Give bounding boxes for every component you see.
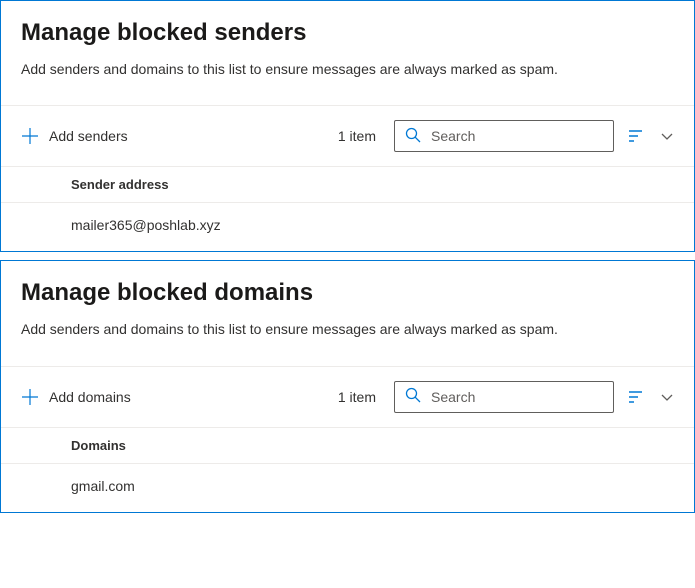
item-count: 1 item bbox=[338, 389, 380, 405]
column-header[interactable]: Sender address bbox=[1, 167, 694, 203]
add-senders-button[interactable]: Add senders bbox=[21, 127, 128, 145]
item-count: 1 item bbox=[338, 128, 380, 144]
search-input[interactable] bbox=[421, 128, 605, 144]
panel-title: Manage blocked senders bbox=[21, 19, 674, 47]
toolbar: Add domains 1 item bbox=[1, 367, 694, 427]
plus-icon bbox=[21, 388, 39, 406]
plus-icon bbox=[21, 127, 39, 145]
add-button-label: Add domains bbox=[49, 389, 131, 405]
filter-icon[interactable] bbox=[628, 388, 646, 406]
search-icon bbox=[405, 387, 421, 406]
search-box[interactable] bbox=[394, 381, 614, 413]
chevron-down-icon[interactable] bbox=[660, 129, 674, 143]
add-button-label: Add senders bbox=[49, 128, 128, 144]
panel-title: Manage blocked domains bbox=[21, 279, 674, 307]
filter-icon[interactable] bbox=[628, 127, 646, 145]
panel-description: Add senders and domains to this list to … bbox=[21, 59, 674, 79]
blocked-domains-panel: Manage blocked domains Add senders and d… bbox=[0, 260, 695, 512]
search-box[interactable] bbox=[394, 120, 614, 152]
blocked-senders-panel: Manage blocked senders Add senders and d… bbox=[0, 0, 695, 252]
chevron-down-icon[interactable] bbox=[660, 390, 674, 404]
table-row[interactable]: mailer365@poshlab.xyz bbox=[1, 203, 694, 247]
search-icon bbox=[405, 127, 421, 146]
search-input[interactable] bbox=[421, 389, 605, 405]
table-row[interactable]: gmail.com bbox=[1, 464, 694, 508]
panel-description: Add senders and domains to this list to … bbox=[21, 319, 674, 339]
add-domains-button[interactable]: Add domains bbox=[21, 388, 131, 406]
column-header[interactable]: Domains bbox=[1, 428, 694, 464]
toolbar: Add senders 1 item bbox=[1, 106, 694, 166]
